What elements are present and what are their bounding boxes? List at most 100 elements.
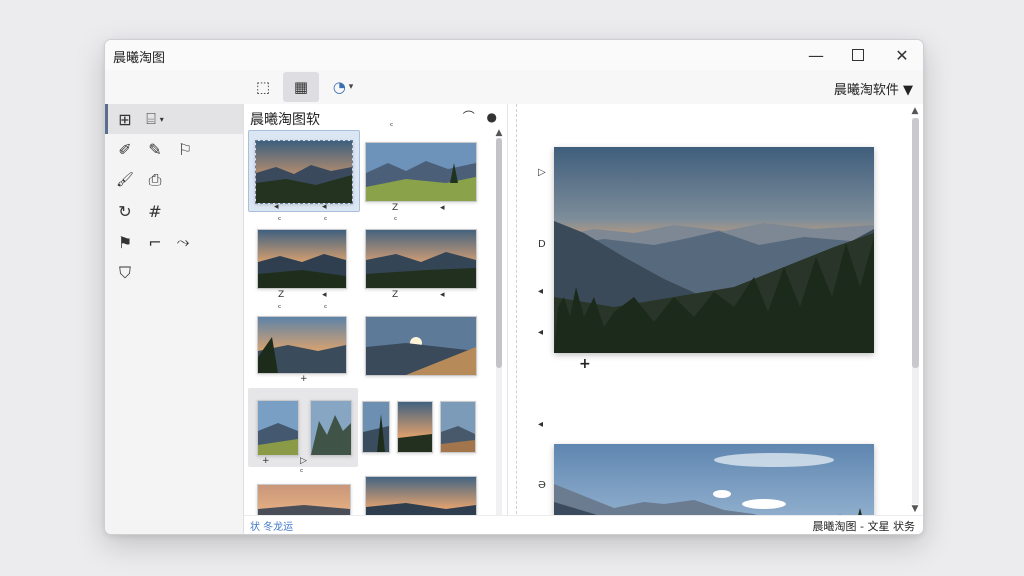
thumbnail-11[interactable]	[440, 401, 476, 453]
tool-palette: ⊞ ⌸ ▾ ✐ ✎ ⚐ 🖌 ⎙ ↻ # ⚑ ⌐ ⤳ ⛉	[105, 104, 244, 534]
row-marker: ◂	[538, 286, 544, 297]
chevron-down-icon: ▾	[348, 82, 354, 92]
thumbnail-3[interactable]	[257, 229, 347, 289]
scroll-thumb[interactable]	[912, 118, 919, 368]
scroll-up-icon[interactable]: ▲	[493, 128, 505, 138]
crop-tool-button[interactable]: ⌐	[143, 230, 167, 254]
thumb-mark: ◂	[440, 203, 445, 213]
thumbnail-9[interactable]	[362, 401, 390, 453]
flag-tool-button[interactable]: ⚐	[173, 137, 197, 161]
shield-icon: ⛉	[118, 263, 131, 282]
thumbnail-scrollbar[interactable]: ▲ ▼	[493, 128, 505, 528]
add-page-icon[interactable]: +	[579, 356, 591, 372]
select-icon: ⬚	[255, 78, 271, 96]
minimize-button[interactable]: —	[801, 43, 831, 67]
minimize-icon: —	[808, 45, 824, 65]
canvas-scrollbar[interactable]: ▲ ▼	[909, 106, 921, 514]
camera-icon: ⎙	[148, 170, 162, 189]
thumbnail-2[interactable]	[365, 142, 477, 202]
rotate-icon: ↻	[118, 201, 132, 221]
status-link[interactable]: 状 冬龙运	[250, 518, 293, 533]
palette-dropdown-button[interactable]: ◔ ▾	[323, 72, 363, 102]
thumb-mark: +	[262, 456, 270, 466]
row-marker: Ə	[538, 480, 546, 491]
thumbnail-panel-title: 晨曦淘图软	[250, 112, 320, 128]
status-bar: 状 冬龙运 晨曦淘图 - 文星 状务	[244, 515, 923, 534]
thumb-mark: Z	[392, 203, 399, 213]
thumb-mark: ᶜ	[278, 304, 282, 314]
route-icon: ⤳	[176, 232, 190, 251]
pencil-tool-button[interactable]: ✐	[113, 137, 137, 161]
canvas-guide-line	[516, 104, 517, 534]
banner-tool-button[interactable]: ⚑	[113, 230, 137, 254]
pencil-icon: ✐	[118, 139, 132, 159]
close-button[interactable]: ✕	[887, 43, 917, 67]
grid-icon: ▦	[293, 78, 309, 96]
rotate-tool-button[interactable]: ↻	[113, 199, 137, 223]
toolbar: ⬚ ▦ ◔ ▾ 晨曦淘软件 ▼	[105, 70, 923, 105]
thumbnail-7[interactable]	[257, 400, 299, 456]
canvas-page-1[interactable]	[554, 147, 874, 353]
thumbnail-panel: 晨曦淘图软 ⌒ ● ◂ ◂ ᶜ Z ◂ ᶜ ᶜ ᶜ Z ◂ Z ◂ ᶜ ᶜ + …	[244, 104, 508, 534]
thumbnail-6[interactable]	[365, 316, 477, 376]
brush-tool-button[interactable]: 🖌	[113, 168, 137, 192]
row-marker: ▷	[538, 167, 546, 178]
maximize-icon	[852, 49, 864, 61]
thumb-mark: ◂	[440, 290, 445, 300]
select-tool-button[interactable]: ⬚	[243, 72, 283, 102]
close-icon: ✕	[895, 45, 909, 65]
thumb-mark: ᶜ	[324, 216, 328, 226]
pen-tool-button[interactable]: ✎	[143, 137, 167, 161]
scroll-up-icon[interactable]: ▲	[909, 106, 921, 116]
thumbnail-8[interactable]	[310, 400, 352, 456]
grid-tool-button[interactable]: ⊞	[113, 107, 137, 131]
title-bar: 晨曦淘图 — ✕	[105, 40, 923, 70]
thumbnail-1[interactable]	[255, 140, 353, 204]
thumb-mark: ◂	[322, 202, 327, 212]
thumb-mark: ᶜ	[300, 468, 304, 478]
shape-tool-button[interactable]: ⌸ ▾	[143, 107, 167, 131]
thumbnail-12[interactable]	[257, 484, 351, 516]
camera-tool-button[interactable]: ⎙	[143, 168, 167, 192]
scroll-thumb[interactable]	[496, 138, 502, 368]
thumb-mark: ◂	[322, 290, 327, 300]
row-marker: D	[538, 239, 546, 250]
grid-tool-icon: ⊞	[118, 109, 132, 129]
banner-icon: ⚑	[117, 232, 133, 252]
crop-icon: ⌐	[148, 232, 162, 252]
grid-view-button[interactable]: ▦	[283, 72, 319, 102]
thumb-mark: ᶜ	[394, 216, 398, 226]
thumb-mark: ◂	[274, 202, 279, 212]
shield-tool-button[interactable]: ⛉	[113, 261, 137, 285]
thumb-mark: ᶜ	[390, 122, 394, 132]
chevron-down-icon: ▾	[159, 114, 164, 124]
flag-icon: ⚐	[177, 139, 193, 159]
thumb-mark: ᶜ	[324, 304, 328, 314]
thumbnail-4[interactable]	[365, 229, 477, 289]
row-marker: ◂	[538, 419, 544, 430]
thumb-mark: Z	[392, 290, 399, 300]
shape-tool-icon: ⌸	[146, 109, 156, 128]
panel-options-icon[interactable]: ⌒ ●	[463, 108, 501, 125]
thumbnail-13[interactable]	[365, 476, 477, 516]
app-title: 晨曦淘图	[113, 51, 166, 66]
thumb-mark: +	[300, 374, 308, 384]
canvas-area[interactable]: ▷ D ◂ ◂ ◂ Ə + ▲ ▼	[508, 104, 923, 534]
hash-tool-button[interactable]: #	[143, 199, 167, 223]
brush-icon: 🖌	[116, 172, 134, 188]
scroll-down-icon[interactable]: ▼	[909, 504, 921, 514]
thumbnail-10[interactable]	[397, 401, 433, 453]
pen-icon: ✎	[148, 139, 162, 159]
route-tool-button[interactable]: ⤳	[171, 230, 195, 254]
hash-icon: #	[148, 201, 162, 221]
maximize-button[interactable]	[843, 43, 873, 67]
palette-icon: ◔	[332, 78, 346, 96]
thumb-mark: ▷	[300, 456, 307, 466]
thumb-mark: ᶜ	[278, 216, 282, 226]
row-marker: ◂	[538, 327, 544, 338]
app-window: 晨曦淘图 — ✕ ⬚ ▦ ◔ ▾ 晨曦淘软件 ▼ ⊞ ⌸ ▾ ✐ ✎ ⚐ 🖌 ⎙ …	[104, 39, 924, 535]
software-menu[interactable]: 晨曦淘软件 ▼	[834, 79, 913, 98]
status-text: 晨曦淘图 - 文星 状务	[812, 520, 915, 533]
thumb-mark: Z	[278, 290, 285, 300]
thumbnail-5[interactable]	[257, 316, 347, 374]
